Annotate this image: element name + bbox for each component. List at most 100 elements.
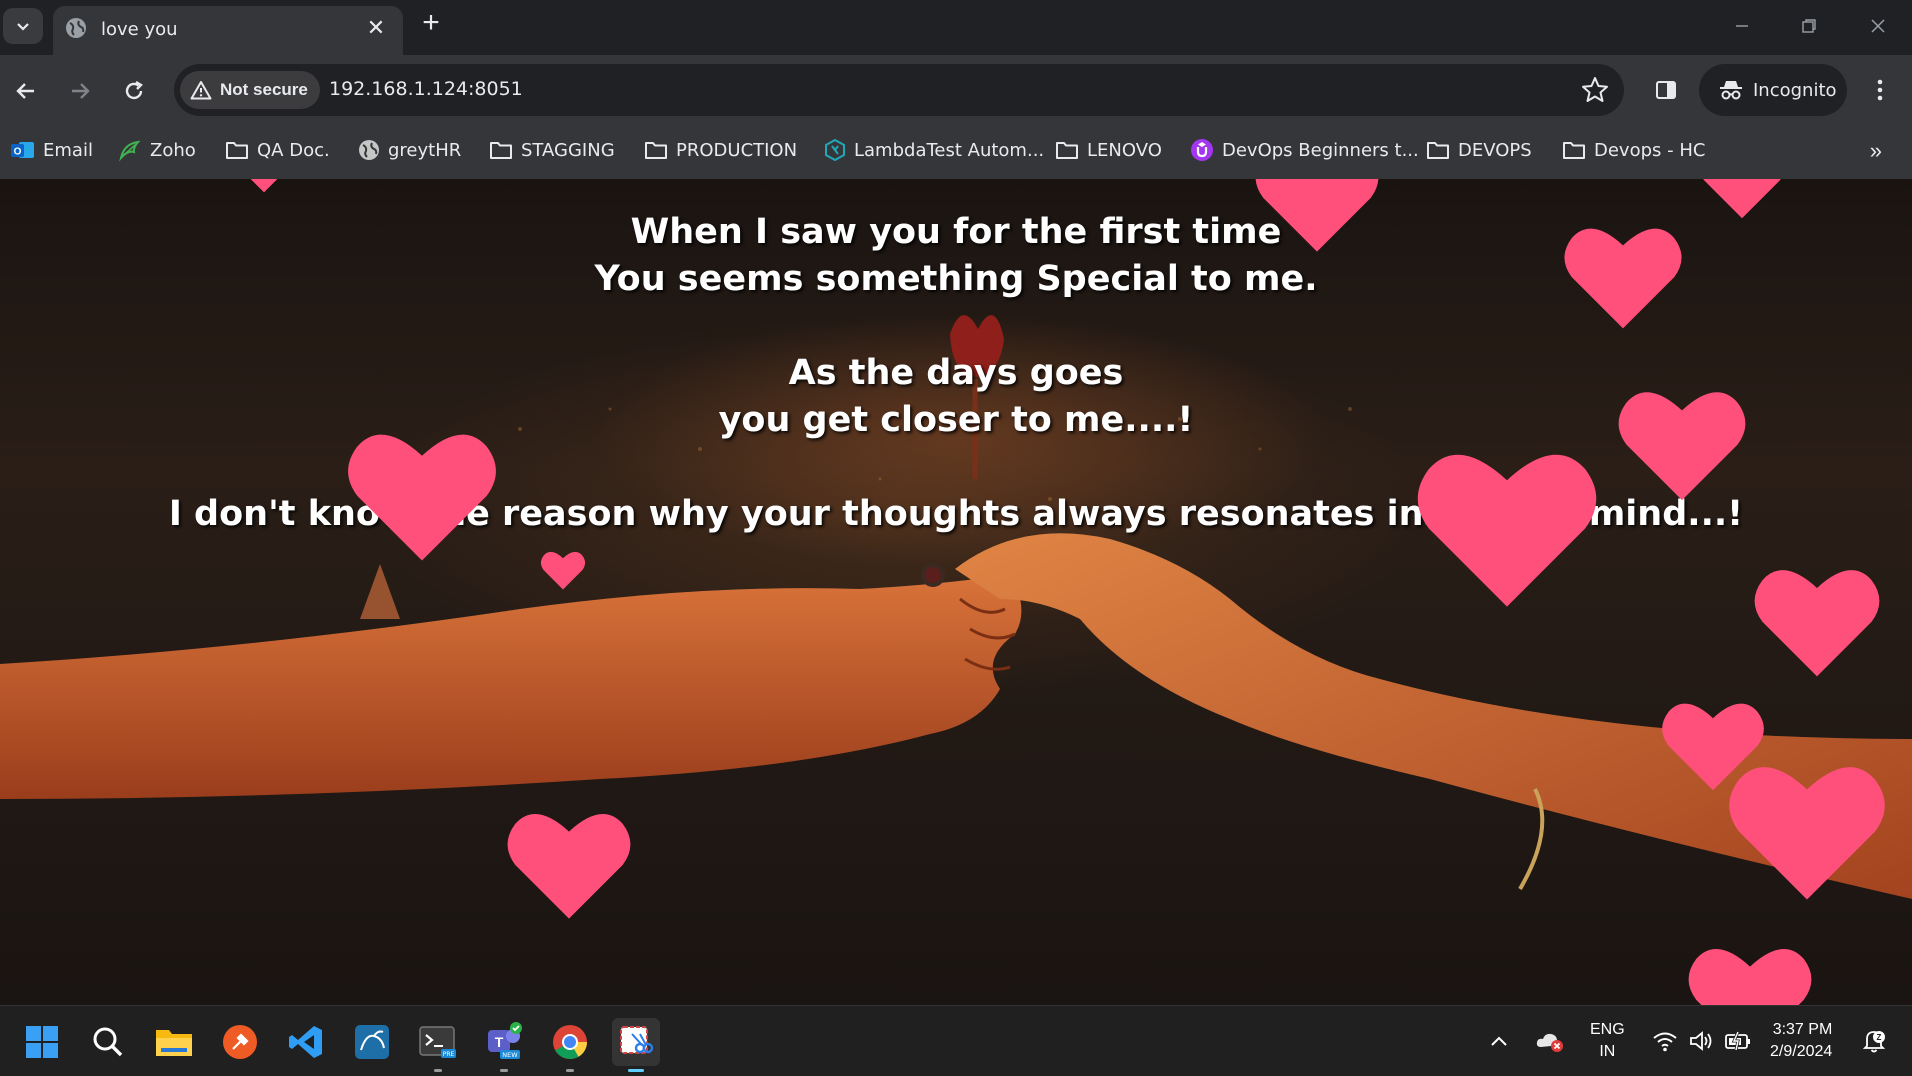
new-tab-button[interactable]: +	[416, 8, 446, 39]
incognito-label: Incognito	[1753, 79, 1837, 101]
bookmarks-bar: O Email Zoho QA Doc. greytHR STAGGING PR…	[0, 125, 1912, 175]
minimize-icon	[1736, 25, 1748, 27]
taskbar-terminal-preview[interactable]: PRE	[414, 1018, 462, 1072]
globe-icon	[359, 140, 379, 160]
search-icon	[93, 1027, 123, 1057]
taskbar-teams[interactable]: T NEW	[480, 1018, 528, 1072]
bookmark-qa-doc[interactable]: QA Doc.	[225, 137, 330, 163]
taskbar-search-button[interactable]	[84, 1018, 132, 1066]
taskbar-chrome[interactable]	[546, 1018, 594, 1072]
running-indicator	[434, 1069, 442, 1072]
minimize-button[interactable]	[1722, 8, 1762, 44]
running-indicator	[500, 1069, 508, 1072]
udemy-icon	[1191, 139, 1213, 161]
heart-icon	[1703, 179, 1781, 219]
onedrive-status[interactable]	[1535, 1006, 1565, 1076]
postman-icon	[223, 1025, 257, 1059]
taskbar-file-explorer[interactable]	[150, 1018, 198, 1066]
active-tab[interactable]: love you ✕	[53, 6, 403, 55]
browser-menu-button[interactable]	[1860, 70, 1900, 110]
bookmarks-overflow-icon[interactable]: »	[1870, 138, 1882, 164]
bookmark-devops-beginners[interactable]: DevOps Beginners t...	[1190, 137, 1419, 163]
bookmark-production[interactable]: PRODUCTION	[644, 137, 797, 163]
region-label: IN	[1599, 1043, 1616, 1060]
heart-icon	[1618, 392, 1746, 501]
svg-text:Z: Z	[1877, 1033, 1882, 1042]
restore-button[interactable]	[1789, 8, 1829, 44]
restore-icon	[1802, 19, 1816, 33]
vscode-icon	[289, 1026, 322, 1058]
zoho-icon	[119, 140, 141, 162]
heart-icon	[540, 551, 586, 590]
taskbar-vscode[interactable]	[282, 1018, 330, 1066]
taskbar-mysql-workbench[interactable]	[348, 1018, 396, 1066]
arrow-right-icon	[72, 83, 90, 99]
svg-text:PRE: PRE	[443, 1051, 455, 1058]
reload-icon	[125, 80, 143, 100]
svg-text:O: O	[14, 147, 22, 158]
show-hidden-icons-button[interactable]	[1490, 1006, 1508, 1076]
heart-icon	[250, 179, 278, 193]
notification-bell-icon: Z	[1862, 1031, 1886, 1053]
svg-text:T: T	[495, 1034, 504, 1050]
bookmark-label: Zoho	[150, 139, 196, 161]
bookmark-email[interactable]: O Email	[11, 137, 93, 163]
close-tab-icon[interactable]: ✕	[363, 15, 389, 41]
security-label: Not secure	[220, 80, 308, 99]
site-info-chip[interactable]: Not secure	[180, 71, 320, 109]
quick-settings-button[interactable]	[1652, 1006, 1752, 1076]
close-window-button[interactable]	[1858, 8, 1898, 44]
heart-icon	[1688, 949, 1812, 1005]
bookmark-label: LambdaTest Autom...	[854, 139, 1045, 161]
back-button[interactable]	[6, 71, 46, 111]
bookmark-label: DevOps Beginners t...	[1222, 139, 1419, 161]
wifi-icon	[1653, 1032, 1677, 1052]
heart-icon	[507, 814, 631, 919]
lambdatest-icon	[825, 138, 845, 162]
bookmark-greythr[interactable]: greytHR	[358, 137, 461, 163]
chevron-down-icon	[17, 23, 29, 31]
more-vertical-icon	[1877, 79, 1883, 101]
bookmark-label: DEVOPS	[1458, 139, 1532, 161]
bookmark-star-icon[interactable]	[1580, 75, 1610, 105]
tab-search-button[interactable]	[3, 8, 43, 44]
notifications-button[interactable]: Z	[1862, 1006, 1886, 1076]
windows-taskbar: PRE T NEW ENG IN 3:37 PM 2/9/2024 Z	[0, 1005, 1912, 1076]
battery-charging-icon	[1725, 1031, 1750, 1051]
running-indicator	[566, 1069, 574, 1072]
bookmark-label: greytHR	[388, 139, 462, 161]
bookmark-devops-hc[interactable]: Devops - HC	[1562, 137, 1705, 163]
bookmark-label: QA Doc.	[257, 139, 330, 161]
volume-icon	[1690, 1031, 1712, 1051]
clock-date: 2/9/2024	[1770, 1043, 1833, 1060]
globe-icon	[66, 18, 86, 38]
url-text[interactable]: 192.168.1.124:8051	[329, 78, 523, 100]
language-label: ENG	[1590, 1021, 1625, 1038]
taskbar-snipping-tool[interactable]	[612, 1018, 660, 1072]
incognito-indicator[interactable]: Incognito	[1699, 64, 1847, 116]
input-language-indicator[interactable]: ENG IN	[1590, 1006, 1625, 1076]
clock[interactable]: 3:37 PM 2/9/2024	[1770, 1006, 1832, 1076]
outlook-icon: O	[11, 142, 34, 158]
teams-new-icon: TNEW	[488, 1022, 522, 1059]
bookmark-lambdatest[interactable]: LambdaTest Autom...	[824, 137, 1044, 163]
reload-button[interactable]	[114, 71, 154, 111]
folder-icon	[1563, 142, 1585, 159]
side-panel-icon	[1656, 81, 1676, 99]
warning-icon	[190, 81, 212, 100]
address-bar[interactable]: Not secure 192.168.1.124:8051	[174, 64, 1624, 116]
bookmark-devops[interactable]: DEVOPS	[1426, 137, 1532, 163]
bookmark-label: Email	[43, 139, 93, 161]
onedrive-error-icon	[1536, 1033, 1563, 1052]
folder-icon	[490, 142, 512, 159]
heart-icon	[1255, 179, 1379, 252]
start-button[interactable]	[18, 1018, 66, 1066]
bookmark-lenovo[interactable]: LENOVO	[1055, 137, 1162, 163]
svg-text:NEW: NEW	[502, 1051, 518, 1059]
forward-button[interactable]	[60, 71, 100, 111]
taskbar-postman[interactable]	[216, 1018, 264, 1066]
bookmark-zoho[interactable]: Zoho	[118, 137, 196, 163]
side-panel-button[interactable]	[1646, 70, 1686, 110]
bookmark-stagging[interactable]: STAGGING	[489, 137, 615, 163]
incognito-icon	[1720, 81, 1742, 100]
